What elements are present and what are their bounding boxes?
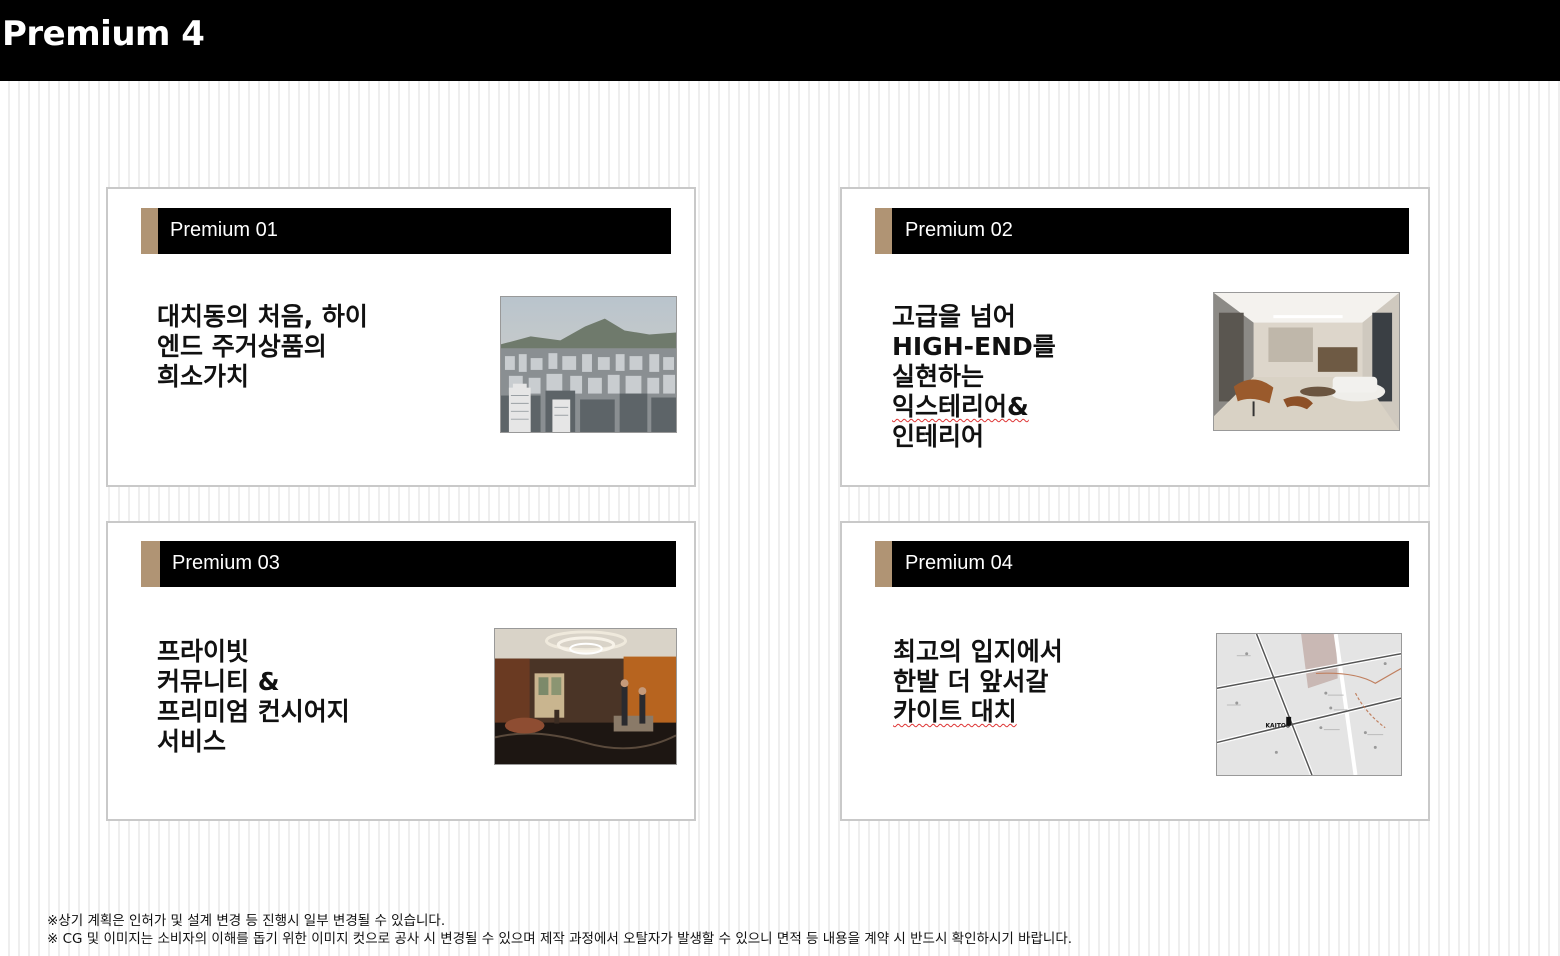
card-label: Premium 02 (905, 219, 1013, 241)
headline-line: 고급을 넘어 (892, 302, 1016, 331)
accent-bar (141, 208, 158, 254)
location-map-image: KAITOS (1216, 633, 1402, 776)
headline-line: 인테리어 (892, 422, 985, 451)
card-header: Premium 02 (875, 208, 1409, 254)
card-label: Premium 04 (905, 552, 1013, 574)
accent-bar (875, 208, 892, 254)
card-headline: 프라이빗 커뮤니티 & 프리미엄 컨시어지 서비스 (157, 637, 350, 756)
map-marker-label: KAITOS (1265, 724, 1290, 730)
card-label: Premium 01 (170, 219, 278, 241)
card-header: Premium 01 (141, 208, 671, 254)
card-header: Premium 03 (141, 541, 676, 587)
card-headline: 대치동의 처음, 하이 엔드 주거상품의 희소가치 (157, 302, 368, 391)
premium-card-03: Premium 03 프라이빗 커뮤니티 & 프리미엄 컨시어지 서비스 (106, 521, 696, 821)
spellcheck-word: 익스테리어& (892, 392, 1029, 421)
spellcheck-word: 카이트 대치 (893, 697, 1017, 726)
page-header-bar: Premium 4 (0, 0, 1560, 81)
disclaimer-line: ※상기 계획은 인허가 및 설계 변경 등 진행시 일부 변경될 수 있습니다. (47, 913, 446, 929)
interior-living-room-photo (1213, 292, 1400, 431)
page-title: Premium 4 (2, 14, 205, 54)
headline-line: 익스테리어& (892, 392, 1056, 422)
headline-line: 카이트 대치 (893, 697, 1063, 727)
premium-card-01: Premium 01 대치동의 처음, 하이 엔드 주거상품의 희소가치 (106, 187, 696, 487)
card-label: Premium 03 (172, 552, 280, 574)
city-skyline-photo (500, 296, 677, 433)
headline-line: HIGH-END를 (892, 332, 1056, 361)
lobby-chandelier-photo (494, 628, 677, 765)
accent-bar (141, 541, 160, 587)
premium-card-02: Premium 02 고급을 넘어 HIGH-END를 실현하는 익스테리어& … (840, 187, 1430, 487)
headline-line: 최고의 입지에서 (893, 637, 1063, 666)
card-header: Premium 04 (875, 541, 1409, 587)
headline-line: 실현하는 (892, 362, 985, 391)
premium-card-04: Premium 04 최고의 입지에서 한발 더 앞서갈 카이트 대치 KAIT… (840, 521, 1430, 821)
disclaimer-notes: ※상기 계획은 인허가 및 설계 변경 등 진행시 일부 변경될 수 있습니다.… (47, 912, 1072, 948)
card-headline: 고급을 넘어 HIGH-END를 실현하는 익스테리어& 인테리어 (892, 302, 1056, 452)
disclaimer-line: ※ CG 및 이미지는 소비자의 이해를 돕기 위한 이미지 컷으로 공사 시 … (47, 931, 1073, 947)
headline-line: 한발 더 앞서갈 (893, 667, 1049, 696)
card-headline: 최고의 입지에서 한발 더 앞서갈 카이트 대치 (893, 637, 1063, 727)
accent-bar (875, 541, 892, 587)
